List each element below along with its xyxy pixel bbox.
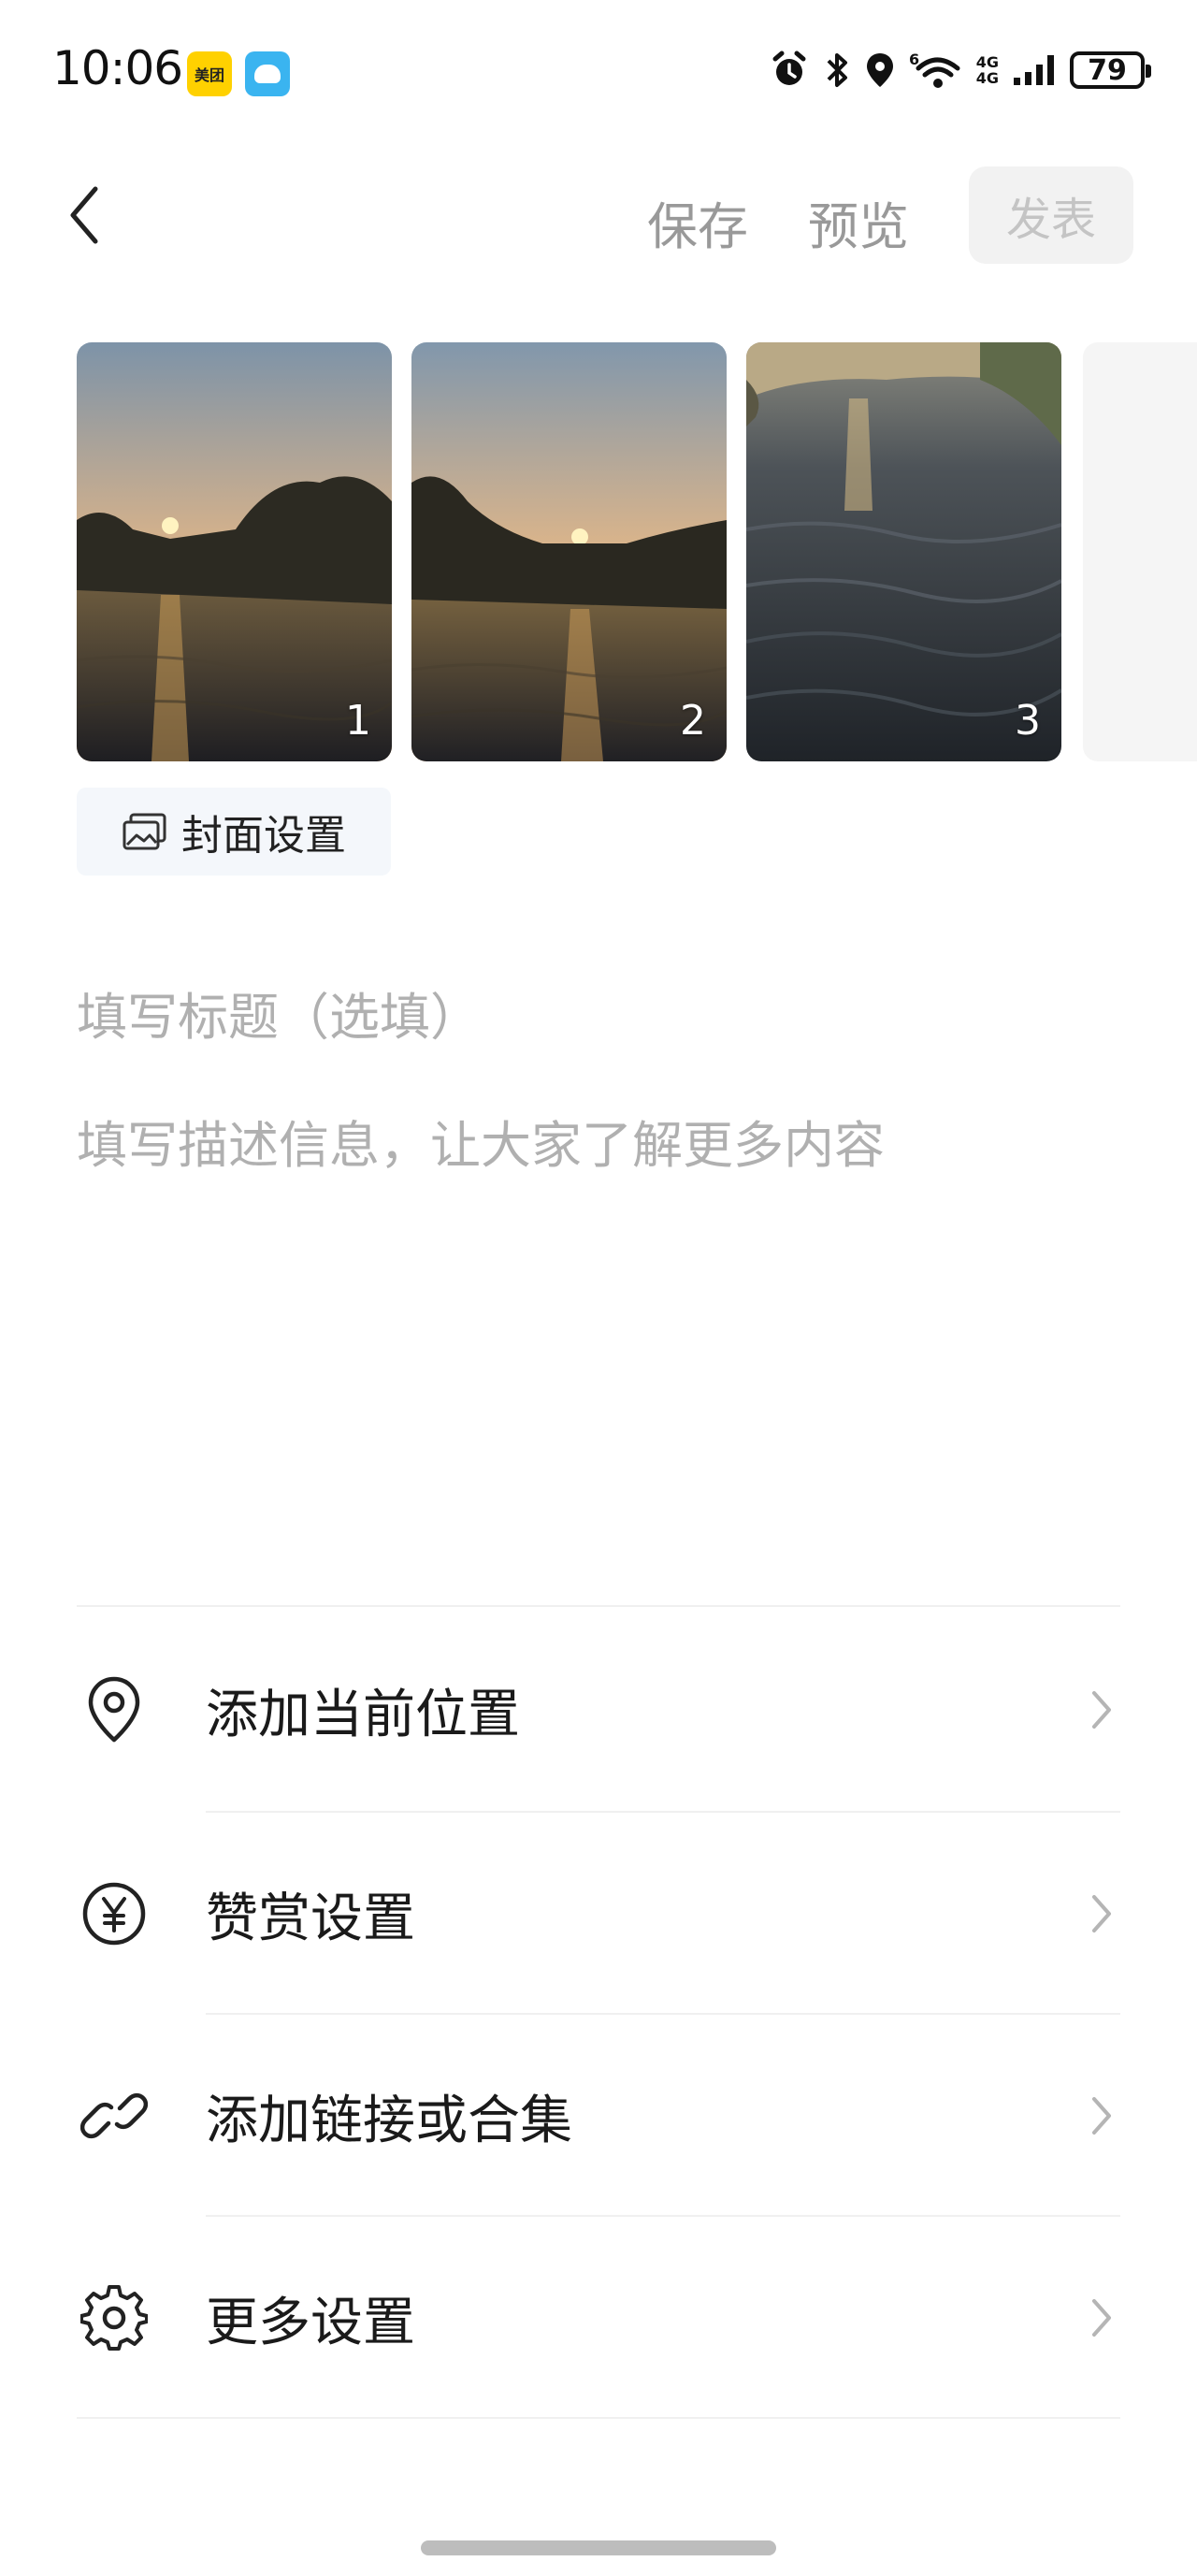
network-type-label: 4G 4G xyxy=(976,54,999,86)
settings-item-link[interactable]: 添加链接或合集 xyxy=(77,2015,1120,2217)
divider xyxy=(77,2417,1120,2419)
settings-item-label: 添加链接或合集 xyxy=(206,2090,572,2151)
photo-thumbnail[interactable]: 3 xyxy=(746,342,1061,761)
home-indicator[interactable] xyxy=(421,2540,776,2555)
cover-settings-button[interactable]: 封面设置 xyxy=(77,788,391,876)
location-pin-icon xyxy=(77,1672,151,1747)
settings-item-label: 更多设置 xyxy=(206,2292,415,2353)
settings-item-reward[interactable]: 赞赏设置 xyxy=(77,1813,1120,2015)
photo-number: 2 xyxy=(680,697,706,745)
network-type-bottom: 4G xyxy=(975,69,999,87)
image-icon xyxy=(123,813,166,850)
settings-item-label: 添加当前位置 xyxy=(206,1684,520,1745)
chevron-right-icon xyxy=(1083,2088,1120,2144)
chevron-right-icon xyxy=(1083,1886,1120,1942)
photo-number: 3 xyxy=(1015,697,1041,745)
bluetooth-icon xyxy=(827,53,847,87)
photo-thumbnail[interactable]: 2 xyxy=(411,342,727,761)
gear-icon xyxy=(77,2280,151,2355)
network-type-top: 4G xyxy=(975,53,999,71)
settings-item-more[interactable]: 更多设置 xyxy=(77,2217,1120,2419)
description-input[interactable]: 填写描述信息，让大家了解更多内容 xyxy=(77,1104,885,1178)
back-button[interactable] xyxy=(56,178,112,253)
chevron-right-icon xyxy=(1083,2290,1120,2346)
photo-number: 1 xyxy=(345,697,371,745)
alarm-icon xyxy=(772,51,806,85)
wifi-icon: 6 xyxy=(909,51,960,88)
publish-button[interactable]: 发表 xyxy=(969,166,1133,264)
status-icons: 6 4G 4G 79 xyxy=(769,45,1151,95)
link-icon xyxy=(77,2078,151,2153)
settings-item-location[interactable]: 添加当前位置 xyxy=(77,1609,1120,1811)
cover-settings-label: 封面设置 xyxy=(181,812,346,860)
location-icon xyxy=(866,53,893,87)
messaging-app-icon xyxy=(245,51,290,96)
chevron-right-icon xyxy=(1083,1682,1120,1738)
status-bar: 10:06 美团 6 4G 4G 79 xyxy=(0,0,1197,140)
save-button[interactable]: 保存 xyxy=(647,185,748,259)
status-time: 10:06 xyxy=(52,41,183,95)
divider xyxy=(77,1605,1120,1607)
meituan-app-icon: 美团 xyxy=(187,51,232,96)
photo-strip: 1 2 3 xyxy=(77,342,1197,763)
preview-button[interactable]: 预览 xyxy=(808,185,909,259)
title-input[interactable]: 填写标题（选填） xyxy=(77,976,481,1049)
yen-coin-icon xyxy=(77,1876,151,1951)
signal-icon xyxy=(1014,55,1054,85)
chevron-left-icon xyxy=(70,186,98,244)
settings-item-label: 赞赏设置 xyxy=(206,1888,415,1949)
photo-thumbnail[interactable]: 1 xyxy=(77,342,392,761)
add-photo-tile[interactable] xyxy=(1083,342,1197,761)
battery-indicator: 79 xyxy=(1070,51,1151,89)
